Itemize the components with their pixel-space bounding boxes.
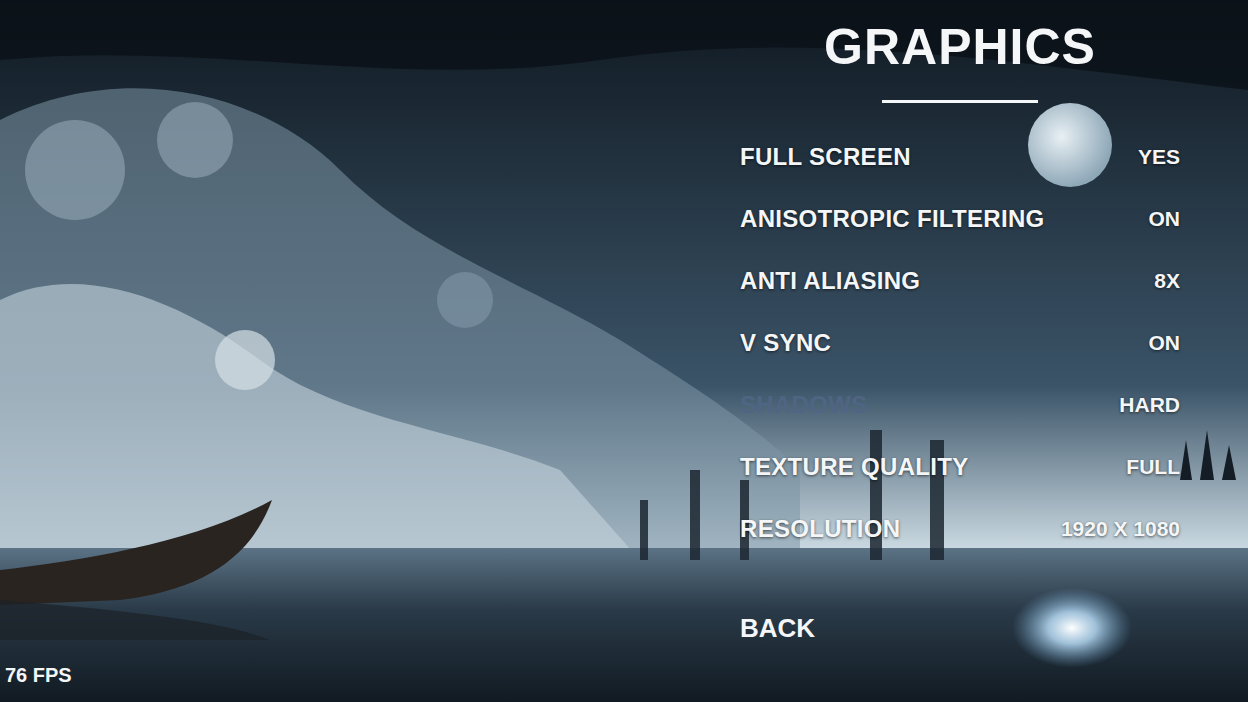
graphics-screen: GRAPHICS FULL SCREEN YES ANISOTROPIC FILTE… [0, 0, 1248, 702]
setting-label: RESOLUTION [740, 511, 900, 547]
setting-value[interactable]: 1920 X 1080 [1061, 513, 1180, 545]
setting-row[interactable]: ANISOTROPIC FILTERING ON [740, 188, 1180, 250]
setting-value[interactable]: ON [1149, 203, 1181, 235]
fps-counter: 76 FPS [5, 660, 72, 690]
setting-label: V SYNC [740, 325, 831, 361]
settings-list: FULL SCREEN YES ANISOTROPIC FILTERING ON ANT… [740, 126, 1180, 560]
setting-row[interactable]: RESOLUTION 1920 X 1080 [740, 498, 1180, 560]
setting-row[interactable]: FULL SCREEN YES [740, 126, 1180, 188]
menu-title: GRAPHICS [740, 18, 1180, 76]
setting-value[interactable]: YES [1138, 141, 1180, 173]
title-underline [882, 100, 1038, 103]
setting-label: SHADOWS [740, 387, 867, 423]
setting-label: ANISOTROPIC FILTERING [740, 201, 1045, 237]
back-button[interactable]: BACK [740, 597, 815, 659]
graphics-menu: GRAPHICS FULL SCREEN YES ANISOTROPIC FILTE… [740, 0, 1180, 659]
background-art-icon [0, 0, 1248, 702]
setting-label: FULL SCREEN [740, 139, 911, 175]
setting-value[interactable]: FULL [1126, 451, 1180, 483]
setting-value[interactable]: 8X [1154, 265, 1180, 297]
setting-value[interactable]: HARD [1119, 389, 1180, 421]
setting-label: ANTI ALIASING [740, 263, 920, 299]
setting-value[interactable]: ON [1149, 327, 1181, 359]
setting-row[interactable]: TEXTURE QUALITY FULL [740, 436, 1180, 498]
setting-row[interactable]: ANTI ALIASING 8X [740, 250, 1180, 312]
setting-row[interactable]: SHADOWS HARD [740, 374, 1180, 436]
setting-row[interactable]: V SYNC ON [740, 312, 1180, 374]
menu-layer: GRAPHICS FULL SCREEN YES ANISOTROPIC FILTE… [0, 0, 1248, 702]
setting-label: TEXTURE QUALITY [740, 449, 969, 485]
